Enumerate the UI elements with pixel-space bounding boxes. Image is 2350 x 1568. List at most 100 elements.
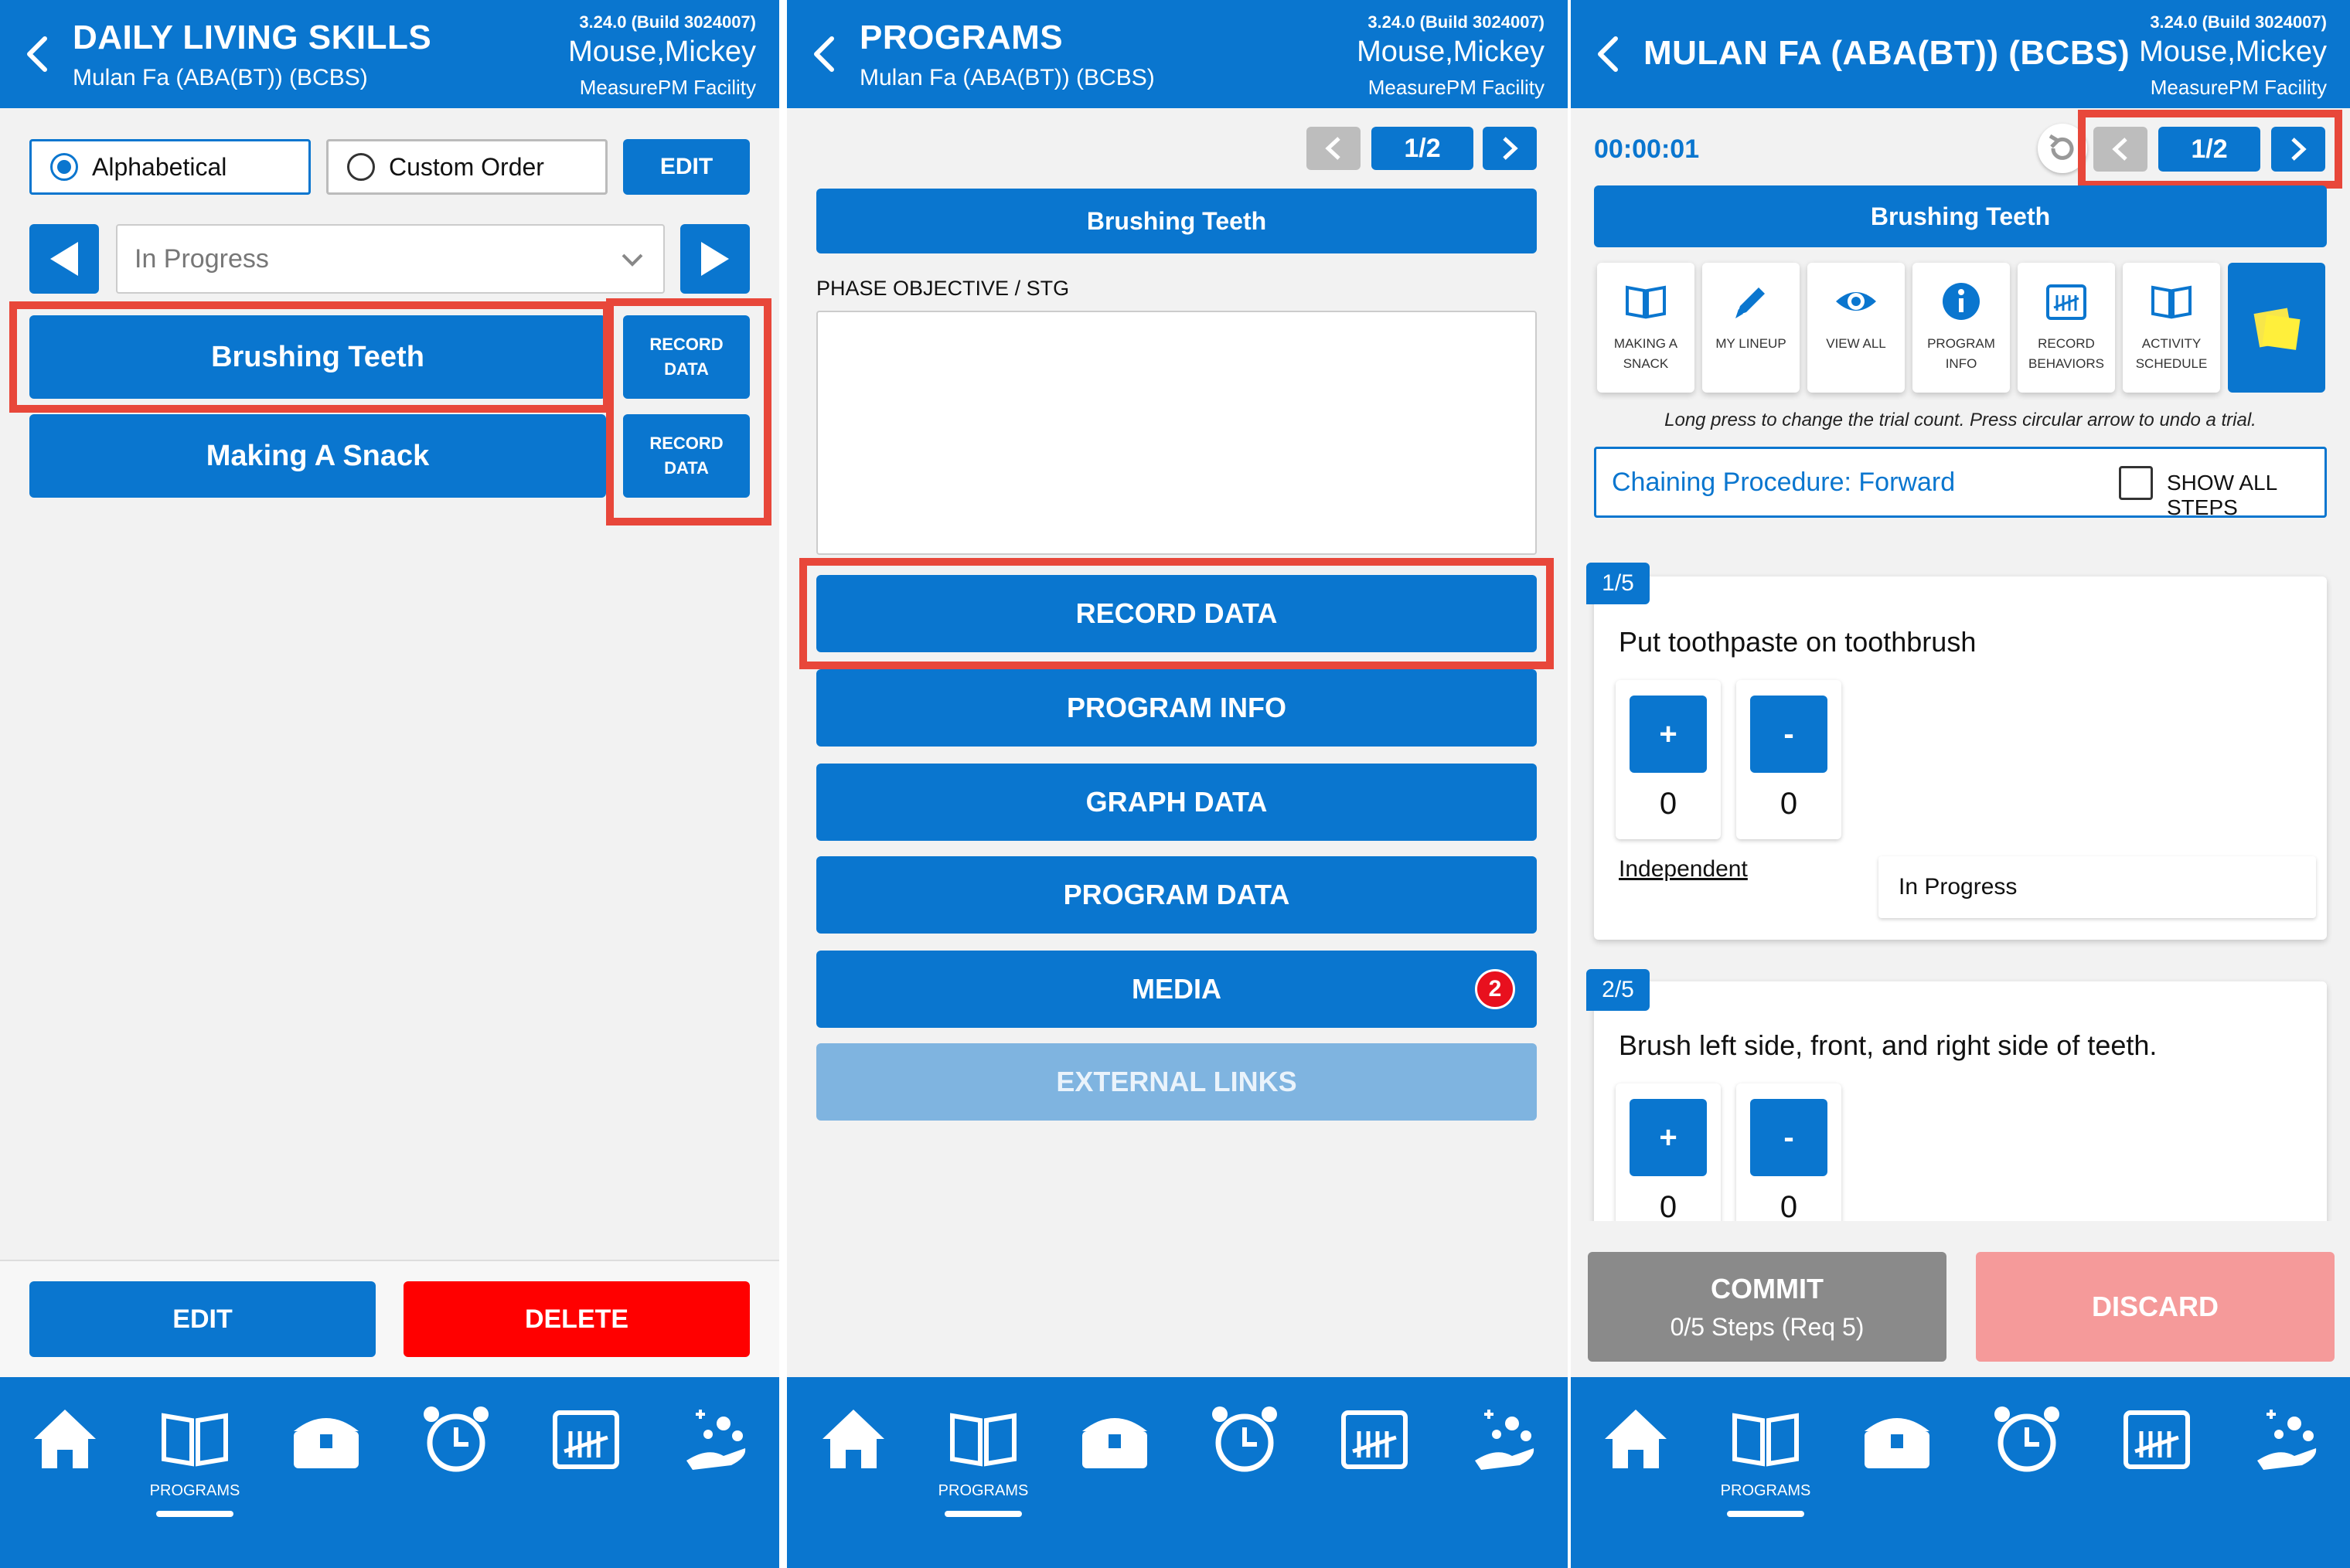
app-version: 3.24.0 (Build 3024007) <box>2150 12 2327 32</box>
program-brushing-teeth-button[interactable]: Brushing Teeth <box>29 315 606 399</box>
tool-activity-schedule[interactable]: ACTIVITY SCHEDULE <box>2123 263 2220 393</box>
sort-alphabetical-radio[interactable]: Alphabetical <box>29 139 311 195</box>
tally-calendar-icon <box>553 1410 619 1469</box>
client-name: Mulan Fa (ABA(BT)) (BCBS) <box>860 65 1155 90</box>
tool-program-info[interactable]: PROGRAM INFO <box>1912 263 2010 393</box>
media-button[interactable]: MEDIA 2 <box>816 951 1537 1028</box>
active-indicator <box>945 1511 1022 1517</box>
chaining-procedure-box: Chaining Procedure: Forward SHOW ALL STE… <box>1594 447 2327 519</box>
record-data-button[interactable]: RECORD DATA <box>816 575 1537 652</box>
external-links-button[interactable]: EXTERNAL LINKS <box>816 1043 1537 1121</box>
edit-button[interactable]: EDIT <box>29 1281 376 1357</box>
tally-calendar-icon <box>1341 1410 1408 1469</box>
tool-label: ACTIVITY SCHEDULE <box>2135 336 2208 371</box>
hand-sparkle-icon <box>1475 1410 1534 1470</box>
back-chevron-icon[interactable] <box>22 34 53 74</box>
tool-view-all[interactable]: VIEW ALL <box>1807 263 1905 393</box>
nav-home[interactable] <box>807 1400 900 1532</box>
commit-button[interactable]: COMMIT 0/5 Steps (Req 5) <box>1588 1252 1946 1362</box>
prev-program-button[interactable] <box>1306 127 1361 170</box>
nav-timer[interactable] <box>1198 1400 1291 1532</box>
next-filter-button[interactable] <box>680 224 750 294</box>
program-info-button[interactable]: PROGRAM INFO <box>816 669 1537 747</box>
sticky-notes-icon <box>2253 308 2301 350</box>
plus-counter: + 0 <box>1616 680 1721 839</box>
nav-home[interactable] <box>1589 1400 1682 1532</box>
plus-count: 0 <box>1659 787 1677 821</box>
nav-behaviors[interactable] <box>2240 1400 2333 1532</box>
media-label: MEDIA <box>1132 973 1221 1005</box>
client-name: Mulan Fa (ABA(BT)) (BCBS) <box>73 65 368 90</box>
program-data-button[interactable]: PROGRAM DATA <box>816 856 1537 934</box>
facility-name: MeasurePM Facility <box>2150 76 2327 99</box>
radio-label: Alphabetical <box>92 152 227 181</box>
nav-toolbox[interactable] <box>1851 1400 1943 1532</box>
nav-home[interactable] <box>19 1400 111 1532</box>
step-status-select[interactable]: In Progress <box>1878 856 2316 918</box>
nav-timer[interactable] <box>1980 1400 2073 1532</box>
program-making-snack-button[interactable]: Making A Snack <box>29 414 606 498</box>
tool-label: VIEW ALL <box>1826 336 1886 351</box>
chevron-left-icon <box>2112 138 2127 161</box>
undo-trial-button[interactable] <box>2038 124 2087 173</box>
alarm-clock-icon <box>424 1406 489 1472</box>
prev-filter-button[interactable] <box>29 224 99 294</box>
next-program-button[interactable] <box>1483 127 1537 170</box>
discard-button[interactable]: DISCARD <box>1976 1252 2335 1362</box>
program-name-bar: Brushing Teeth <box>816 189 1537 253</box>
minus-button[interactable]: - <box>1750 696 1827 773</box>
record-data-snack-button[interactable]: RECORD DATA <box>623 414 750 498</box>
nav-behaviors[interactable] <box>669 1400 762 1532</box>
next-program-button[interactable] <box>2271 127 2325 172</box>
show-all-steps-checkbox[interactable] <box>2119 466 2153 500</box>
chevron-right-icon <box>2291 138 2307 161</box>
prompt-level-link[interactable]: Independent <box>1619 856 1748 883</box>
nav-programs[interactable]: PROGRAMS <box>937 1400 1030 1532</box>
tool-my-lineup[interactable]: MY LINEUP <box>1702 263 1800 393</box>
record-data-brushing-button[interactable]: RECORD DATA <box>623 315 750 399</box>
page-title: PROGRAMS <box>860 19 1064 56</box>
tool-label: MAKING A SNACK <box>1613 336 1678 371</box>
graph-data-button[interactable]: GRAPH DATA <box>816 764 1537 841</box>
show-all-steps-label: SHOW ALL STEPS <box>2167 471 2277 519</box>
triangle-left-icon <box>50 242 78 276</box>
minus-counter: - 0 <box>1736 1083 1841 1243</box>
nav-toolbox[interactable] <box>1068 1400 1161 1532</box>
nav-programs[interactable]: PROGRAMS <box>148 1400 241 1532</box>
back-chevron-icon[interactable] <box>1592 34 1623 74</box>
nav-calendar[interactable] <box>1328 1400 1421 1532</box>
user-name: Mouse,Mickey <box>568 36 756 68</box>
prev-program-button[interactable] <box>2093 127 2147 172</box>
sort-custom-radio[interactable]: Custom Order <box>326 139 608 195</box>
nav-toolbox[interactable] <box>280 1400 373 1532</box>
delete-button[interactable]: DELETE <box>404 1281 750 1357</box>
tally-calendar-icon <box>2124 1410 2190 1469</box>
tool-record-behaviors[interactable]: RECORD BEHAVIORS <box>2018 263 2115 393</box>
sticky-notes-button[interactable] <box>2228 263 2325 393</box>
nav-label: PROGRAMS <box>938 1482 1029 1499</box>
book-icon <box>1626 285 1666 319</box>
plus-button[interactable]: + <box>1630 696 1707 773</box>
status-filter-select[interactable]: In Progress <box>116 224 665 294</box>
home-icon <box>822 1410 884 1468</box>
plus-button[interactable]: + <box>1630 1099 1707 1176</box>
nav-calendar[interactable] <box>540 1400 632 1532</box>
chevron-right-icon <box>1503 137 1518 160</box>
app-version: 3.24.0 (Build 3024007) <box>1367 12 1545 32</box>
minus-button[interactable]: - <box>1750 1099 1827 1176</box>
nav-timer[interactable] <box>410 1400 502 1532</box>
tool-making-a-snack[interactable]: MAKING A SNACK <box>1597 263 1694 393</box>
header: MULAN FA (ABA(BT)) (BCBS) 3.24.0 (Build … <box>1571 0 2350 108</box>
nav-programs[interactable]: PROGRAMS <box>1719 1400 1812 1532</box>
step-text: Put toothpaste on toothbrush <box>1619 626 1977 658</box>
phase-objective-box <box>816 311 1537 555</box>
minus-counter: - 0 <box>1736 680 1841 839</box>
nav-calendar[interactable] <box>2110 1400 2203 1532</box>
screen-program-list: DAILY LIVING SKILLS Mulan Fa (ABA(BT)) (… <box>0 0 779 1568</box>
select-value: In Progress <box>135 243 269 274</box>
nav-behaviors[interactable] <box>1458 1400 1551 1532</box>
back-chevron-icon[interactable] <box>809 34 840 74</box>
alarm-clock-icon <box>1212 1406 1277 1472</box>
edit-order-button[interactable]: EDIT <box>623 139 750 195</box>
header: DAILY LIVING SKILLS Mulan Fa (ABA(BT)) (… <box>0 0 779 108</box>
